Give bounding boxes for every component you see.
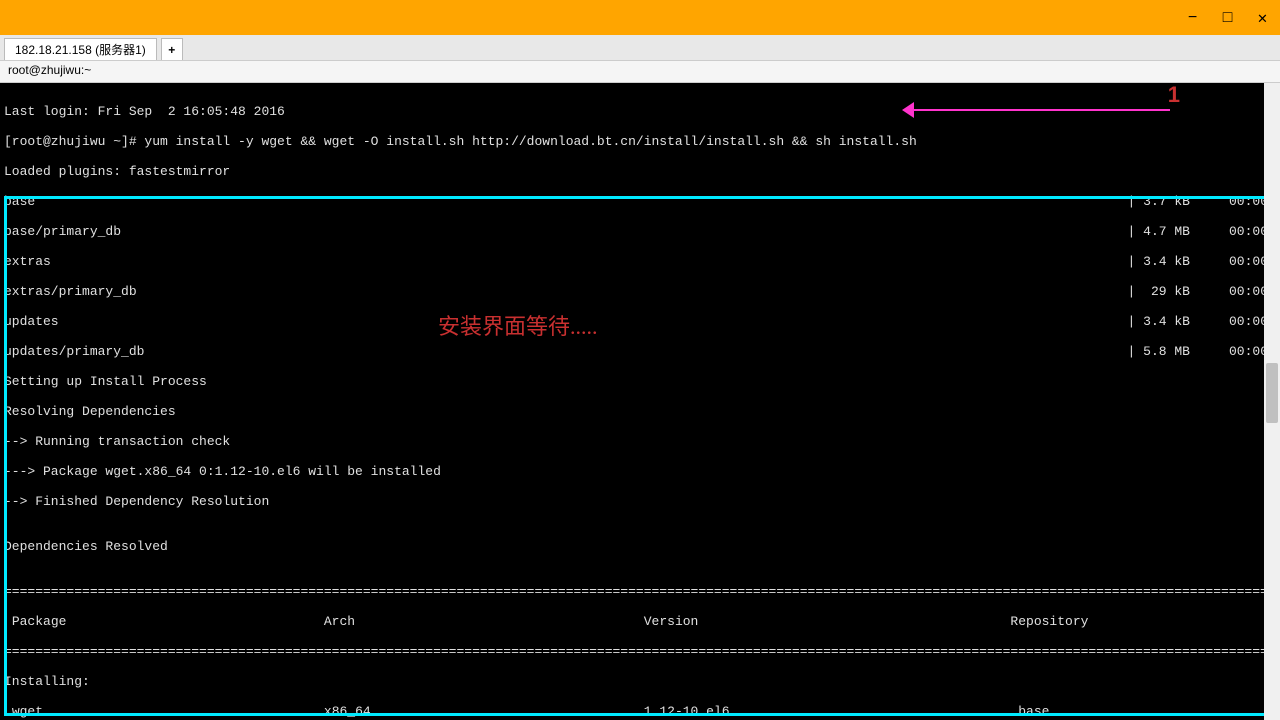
repo-row: base/primary_db| 4.7 MB 00:00 <box>4 224 1276 239</box>
close-button[interactable]: ✕ <box>1245 0 1280 35</box>
add-tab-button[interactable]: + <box>161 38 183 60</box>
repo-row: extras| 3.4 kB 00:00 <box>4 254 1276 269</box>
path-bar: root@zhujiwu:~ <box>0 61 1280 83</box>
line-command: [root@zhujiwu ~]# yum install -y wget &&… <box>4 134 1276 149</box>
scroll-thumb[interactable] <box>1266 363 1278 423</box>
line: Loaded plugins: fastestmirror <box>4 164 1276 179</box>
tabs-bar: 182.18.21.158 (服务器1) + <box>0 35 1280 61</box>
annotation-highlight-box <box>4 196 1272 716</box>
annotation-number-1: 1 <box>1168 87 1180 102</box>
minimize-button[interactable]: − <box>1175 0 1210 35</box>
terminal-output[interactable]: Last login: Fri Sep 2 16:05:48 2016 [roo… <box>0 83 1280 720</box>
table-header: Package Arch Version Repository Size <box>4 614 1276 629</box>
divider: ========================================… <box>4 584 1276 599</box>
maximize-button[interactable]: □ <box>1210 0 1245 35</box>
repo-row: base| 3.7 kB 00:00 <box>4 194 1276 209</box>
tab-server-1[interactable]: 182.18.21.158 (服务器1) <box>4 38 157 60</box>
line: --> Finished Dependency Resolution <box>4 494 1276 509</box>
installing-label: Installing: <box>4 674 1276 689</box>
table-row: wget x86_64 1.12-10.el6 base 484 k <box>4 704 1276 719</box>
line: Resolving Dependencies <box>4 404 1276 419</box>
line: Setting up Install Process <box>4 374 1276 389</box>
repo-row: updates/primary_db| 5.8 MB 00:00 <box>4 344 1276 359</box>
repo-row: updates| 3.4 kB 00:00 <box>4 314 1276 329</box>
line: Dependencies Resolved <box>4 539 1276 554</box>
annotation-text-cn: 安装界面等待..... <box>438 319 598 334</box>
scrollbar-vertical[interactable] <box>1264 83 1280 720</box>
repo-row: extras/primary_db| 29 kB 00:00 <box>4 284 1276 299</box>
title-bar: − □ ✕ <box>0 0 1280 35</box>
line: Last login: Fri Sep 2 16:05:48 2016 <box>4 104 1276 119</box>
divider: ========================================… <box>4 644 1276 659</box>
line: --> Running transaction check <box>4 434 1276 449</box>
line: ---> Package wget.x86_64 0:1.12-10.el6 w… <box>4 464 1276 479</box>
